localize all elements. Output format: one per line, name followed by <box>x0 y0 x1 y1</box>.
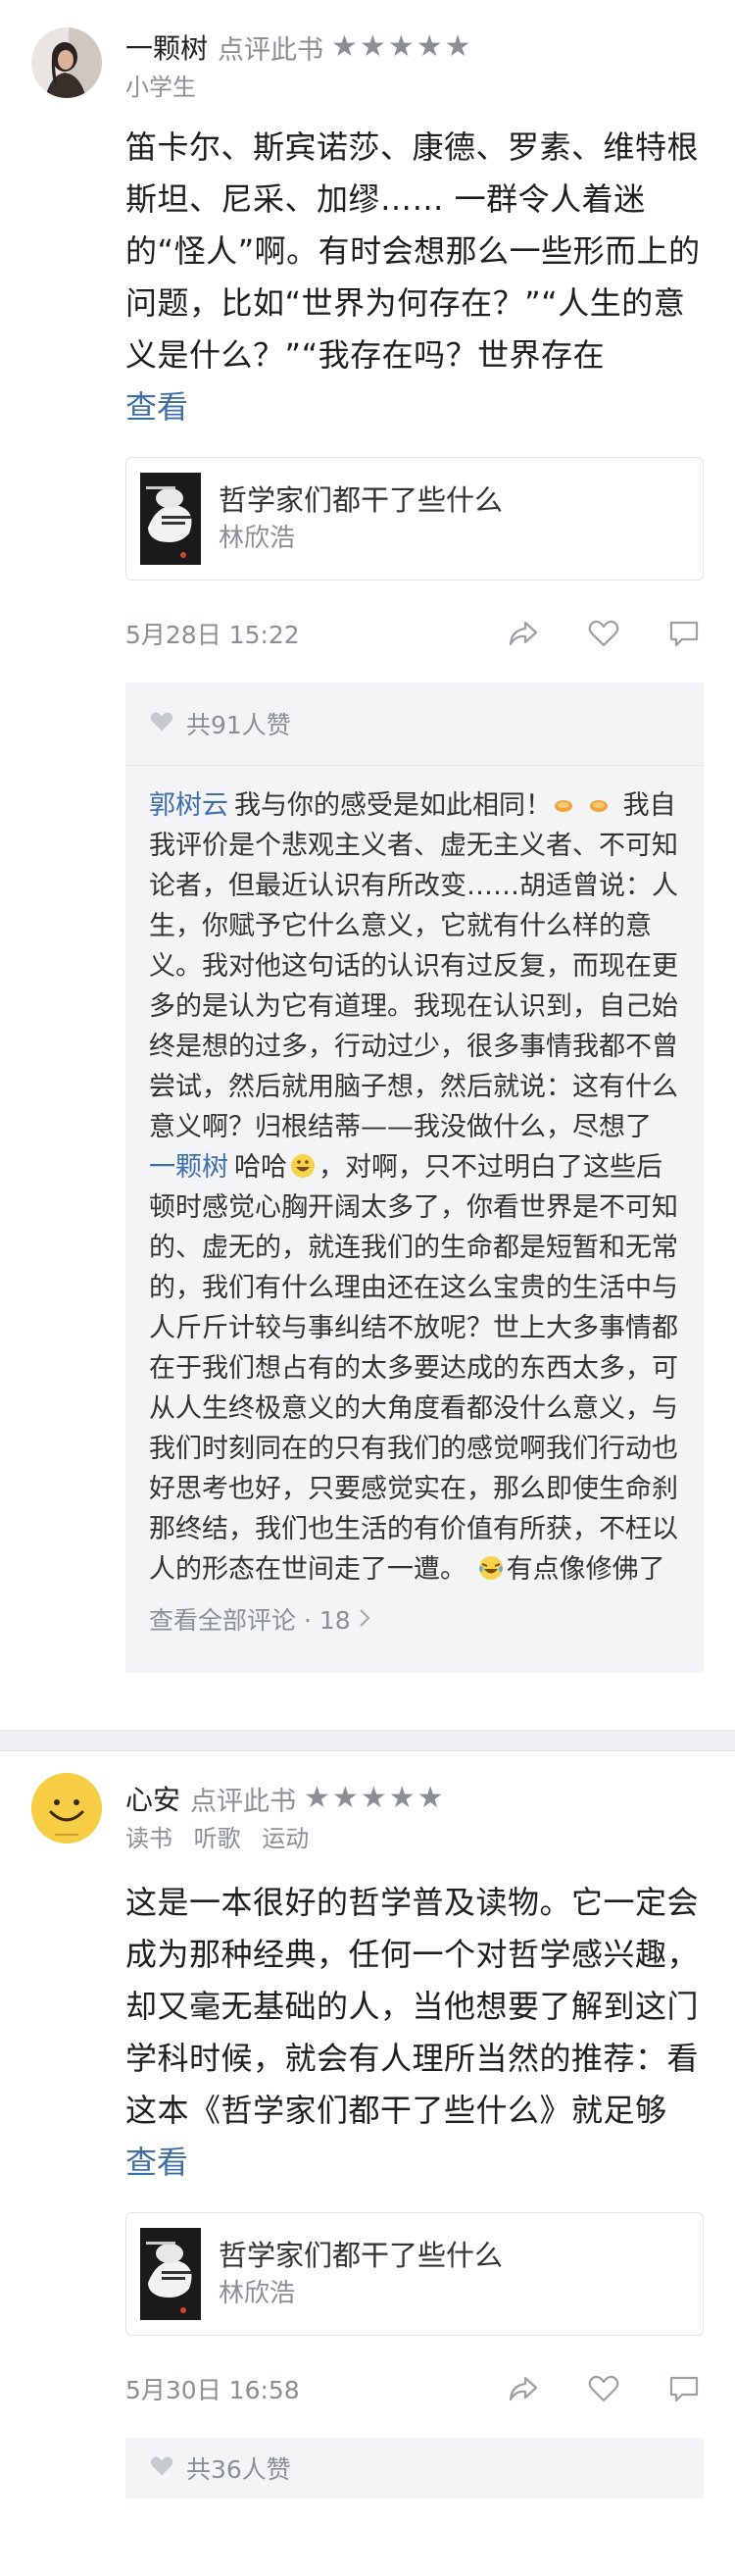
review-card: 心安 点评此书 ★ ★ ★ ★ ★ 读书 听歌 运动 这是一本很好的哲学普及读物… <box>0 1751 735 2499</box>
action-label: 点评此书 <box>190 1786 297 1817</box>
view-all-label: 查看全部评论 · 18 <box>149 1606 351 1635</box>
comment-icon[interactable] <box>664 614 704 653</box>
book-cover <box>140 473 201 565</box>
divider <box>125 765 704 766</box>
star-icon: ★ <box>444 29 471 64</box>
comments-panel: 共91人赞 郭树云 我与你的感受是如此相同！ 我自我评价是个悲观主义者、虚无主义者… <box>125 682 704 1673</box>
like-heart-icon[interactable] <box>584 614 623 653</box>
star-icon: ★ <box>304 1781 330 1815</box>
likes-count: 共36人赞 <box>186 2455 291 2484</box>
share-icon[interactable] <box>504 614 543 653</box>
chevron-right-icon <box>359 1605 370 1634</box>
review-header: 心安 点评此书 ★ ★ ★ ★ ★ <box>125 1777 704 1820</box>
book-title: 哲学家们都干了些什么 <box>219 483 504 517</box>
user-tag: 听歌 <box>193 1825 241 1852</box>
user-photo-icon <box>31 27 102 98</box>
comment-icon[interactable] <box>664 2369 704 2408</box>
clapping-hands-emoji-icon <box>554 789 581 817</box>
review-card: 一颗树 点评此书 ★ ★ ★ ★ ★ 小学生 笛卡尔、斯宾诺莎、康德、罗素、维特… <box>0 0 735 1730</box>
comment-text: 我自我评价是个悲观主义者、虚无主义者、不可知论者，但最近认识有所改变……胡适曾说… <box>149 790 678 1142</box>
action-label: 点评此书 <box>218 34 324 66</box>
book-cover <box>140 2228 201 2320</box>
comment-username[interactable]: 一颗树 <box>149 1152 228 1183</box>
star-icon: ★ <box>331 1781 359 1815</box>
action-icons <box>463 614 704 653</box>
rating-stars: ★ ★ ★ ★ ★ <box>331 32 473 62</box>
laughing-tears-emoji-icon <box>477 1553 505 1581</box>
book-info: 哲学家们都干了些什么 林欣浩 <box>219 2236 503 2312</box>
comment-item[interactable]: 一颗树 哈哈 ，对啊，只不过明白了这些后顿时感觉心胸开阔太多了，你看世界是不可知的、… <box>149 1147 680 1590</box>
smiley-avatar-icon <box>31 1773 102 1844</box>
comments-panel: 共36人赞 <box>125 2438 704 2499</box>
review-meta: 5月30日 16:58 <box>125 2361 704 2416</box>
comment-item[interactable]: 郭树云 我与你的感受是如此相同！ 我自我评价是个悲观主义者、虚无主义者、不可知论者… <box>149 785 680 1147</box>
clapping-hands-emoji-icon <box>585 789 612 817</box>
book-cover-art-icon <box>140 473 201 565</box>
star-icon: ★ <box>387 29 415 64</box>
rating-stars: ★ ★ ★ ★ ★ <box>304 1784 446 1813</box>
book-author: 林欣浩 <box>219 524 296 553</box>
review-header: 一颗树 点评此书 ★ ★ ★ ★ ★ <box>125 25 704 69</box>
username[interactable]: 心安 <box>125 1779 180 1818</box>
star-icon: ★ <box>331 29 358 64</box>
book-card[interactable]: 哲学家们都干了些什么 林欣浩 <box>125 2212 704 2336</box>
user-tag: 读书 <box>125 1825 172 1852</box>
heart-filled-icon <box>149 2455 174 2481</box>
comment-text: 我与你的感受是如此相同！ <box>234 790 552 821</box>
star-icon: ★ <box>388 1781 416 1815</box>
read-more-link[interactable]: 查看 <box>125 2137 223 2189</box>
likes-count: 共91人赞 <box>186 711 291 739</box>
section-divider <box>0 1730 735 1751</box>
user-tags: 读书 听歌 运动 <box>125 1822 704 1855</box>
action-icons <box>463 2369 704 2408</box>
comment-username[interactable]: 郭树云 <box>149 790 228 821</box>
read-more-link[interactable]: 查看 <box>125 381 223 433</box>
username[interactable]: 一颗树 <box>125 27 208 67</box>
book-cover-art-icon <box>140 2228 201 2320</box>
likes-row[interactable]: 共36人赞 <box>149 2438 680 2499</box>
heart-filled-icon <box>149 711 174 736</box>
star-icon: ★ <box>416 1781 444 1815</box>
star-icon: ★ <box>360 1781 387 1815</box>
view-all-comments-link[interactable]: 查看全部评论 · 18 <box>149 1590 680 1648</box>
book-title: 哲学家们都干了些什么 <box>219 2239 504 2272</box>
comment-text: 哈哈 <box>234 1152 287 1183</box>
likes-row[interactable]: 共91人赞 <box>149 682 680 765</box>
comment-text: ，对啊，只不过明白了这些后顿时感觉心胸开阔太多了，你看世界是不可知的、虚无的，就… <box>149 1152 678 1585</box>
book-card[interactable]: 哲学家们都干了些什么 林欣浩 <box>125 457 704 581</box>
avatar[interactable] <box>31 27 102 98</box>
review-date: 5月30日 16:58 <box>125 2376 300 2404</box>
user-tag: 运动 <box>262 1825 310 1852</box>
review-text[interactable]: 这是一本很好的哲学普及读物。它一定会成为那种经典，任何一个对哲学感兴趣，却又毫无… <box>125 1877 704 2137</box>
avatar[interactable] <box>31 1773 102 1844</box>
star-icon: ★ <box>416 29 443 64</box>
review-meta: 5月28日 15:22 <box>125 606 704 661</box>
book-info: 哲学家们都干了些什么 林欣浩 <box>219 480 503 557</box>
book-author: 林欣浩 <box>219 2279 296 2308</box>
user-tags: 小学生 <box>125 71 704 104</box>
like-heart-icon[interactable] <box>584 2369 623 2408</box>
review-text[interactable]: 笛卡尔、斯宾诺莎、康德、罗素、维特根斯坦、尼采、加缪…… 一群令人着迷的“怪人”… <box>125 122 704 381</box>
user-tag: 小学生 <box>125 74 196 101</box>
share-icon[interactable] <box>504 2369 543 2408</box>
star-icon: ★ <box>359 29 386 64</box>
review-date: 5月28日 15:22 <box>125 621 300 649</box>
grinning-face-emoji-icon <box>289 1151 317 1179</box>
